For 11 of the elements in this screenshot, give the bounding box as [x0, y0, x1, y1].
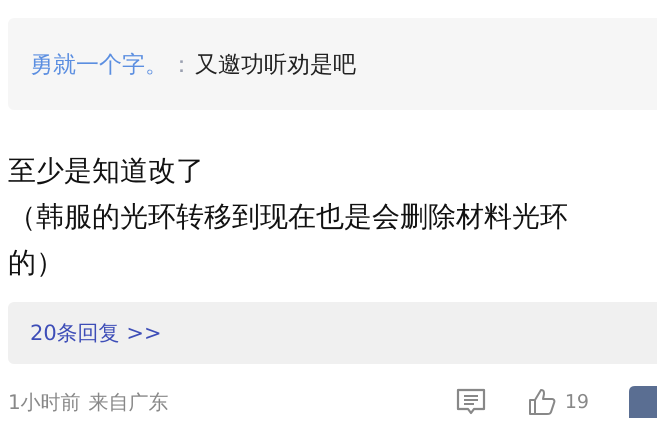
reply-text: 又邀功听劝是吧	[195, 50, 356, 80]
comment-text: 至少是知道改了	[8, 153, 205, 189]
separator-text: ：	[170, 50, 193, 80]
replies-link[interactable]: 20条回复 >>	[30, 319, 162, 347]
like-count: 19	[564, 391, 589, 413]
comment-icon[interactable]	[454, 387, 487, 417]
post-time: 1小时前	[8, 388, 81, 416]
replies-bar[interactable]: 20条回复 >>	[8, 302, 657, 364]
post-location: 来自广东	[88, 388, 169, 416]
thumbs-up-icon[interactable]	[526, 387, 557, 417]
comment-text: （韩服的光环转移到现在也是会删除材料光环的）	[8, 199, 569, 281]
